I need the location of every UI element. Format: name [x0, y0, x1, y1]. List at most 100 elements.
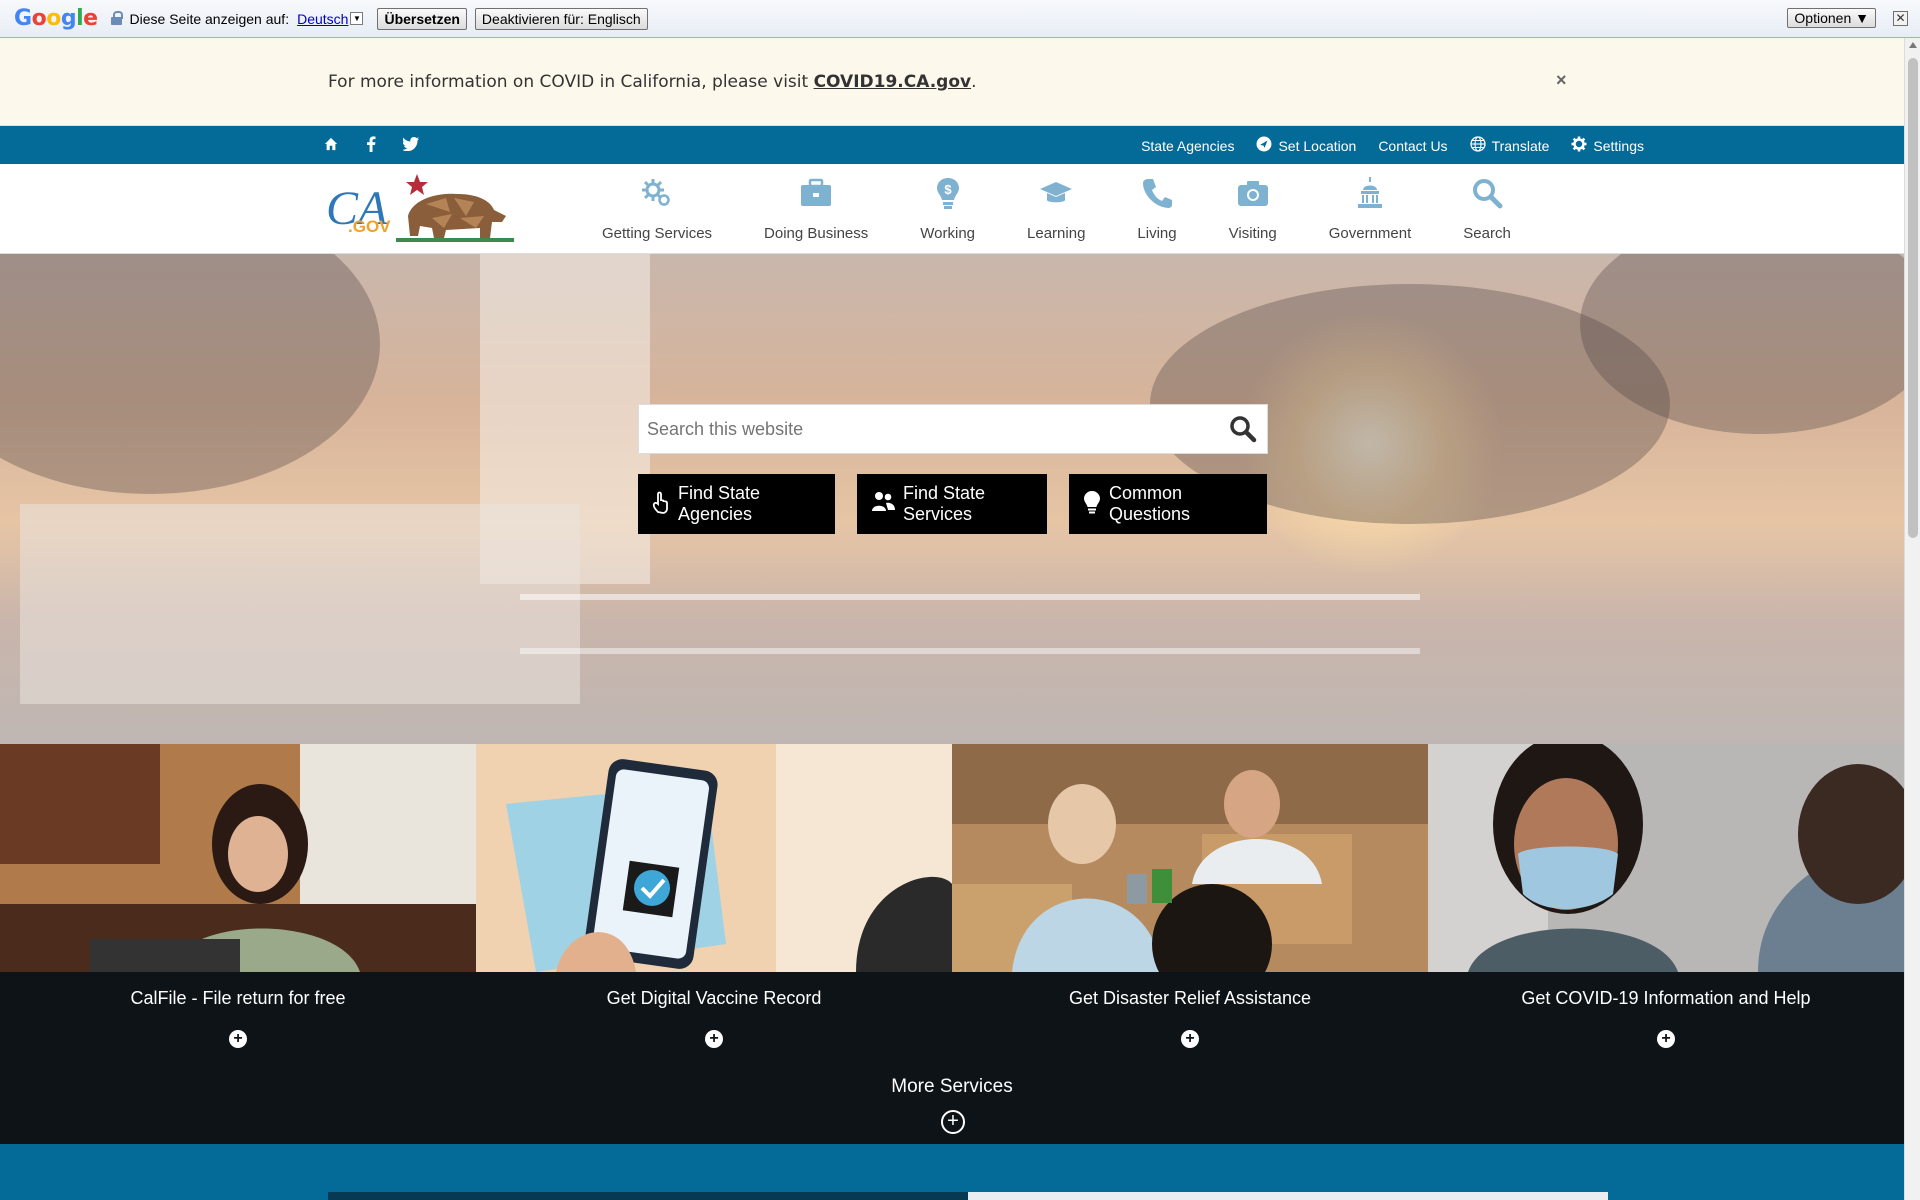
- phone-icon: [1140, 176, 1174, 215]
- button-label: Find State Services: [903, 483, 986, 524]
- find-state-agencies-button[interactable]: Find State Agencies: [638, 474, 835, 534]
- disable-translation-button[interactable]: Deaktivieren für: Englisch: [474, 7, 648, 30]
- contact-us-link[interactable]: Contact Us: [1378, 136, 1447, 155]
- nav-label: Getting Services: [602, 225, 713, 242]
- options-button[interactable]: Optionen ▼: [1787, 8, 1876, 28]
- featured-services: CalFile - File return for free + Get Dig…: [0, 744, 1904, 1144]
- language-dropdown-caret[interactable]: ▼: [350, 12, 364, 25]
- nav-getting-services[interactable]: Getting Services: [576, 176, 738, 244]
- band-panel-left: [328, 1192, 968, 1200]
- language-select[interactable]: Deutsch: [297, 11, 348, 27]
- search-input[interactable]: [639, 405, 1219, 453]
- bottom-blue-band: [0, 1144, 1904, 1200]
- page-scrollbar[interactable]: [1904, 38, 1920, 1200]
- hero-tree: [0, 254, 380, 494]
- common-questions-button[interactable]: Common Questions: [1069, 474, 1267, 534]
- translate-button[interactable]: Übersetzen: [377, 7, 467, 30]
- card-title: Get COVID-19 Information and Help: [1521, 988, 1811, 1008]
- settings-label: Settings: [1593, 137, 1644, 154]
- service-card-vaccine-record[interactable]: Get Digital Vaccine Record +: [476, 744, 952, 1064]
- plus-circle-icon[interactable]: +: [1181, 1030, 1199, 1048]
- home-icon[interactable]: [322, 135, 340, 153]
- scrollbar-thumb[interactable]: [1908, 58, 1918, 538]
- card-image: [476, 744, 952, 972]
- twitter-icon[interactable]: [402, 135, 420, 153]
- nav-label: Visiting: [1228, 225, 1277, 242]
- hero-fence: [520, 594, 1420, 654]
- band-panel-right: [968, 1192, 1608, 1200]
- button-label: Find State Agencies: [678, 483, 761, 524]
- more-services-label[interactable]: More Services: [0, 1076, 1904, 1098]
- nav-visiting[interactable]: Visiting: [1203, 176, 1303, 244]
- lightbulb-icon: [1083, 490, 1101, 519]
- ca-gov-logo[interactable]: CA .GOV: [326, 172, 516, 246]
- briefcase-icon: [799, 176, 833, 215]
- service-card-disaster-relief[interactable]: Get Disaster Relief Assistance +: [952, 744, 1428, 1064]
- card-title: CalFile - File return for free: [130, 988, 346, 1008]
- lightbulb-dollar-icon: $: [931, 176, 965, 215]
- capitol-icon: [1353, 176, 1387, 215]
- more-services-plus-icon[interactable]: +: [941, 1110, 965, 1134]
- translate-link[interactable]: Translate: [1469, 136, 1550, 155]
- lock-icon: [110, 10, 124, 27]
- main-navigation: CA .GOV Getting Services Doing Business …: [0, 164, 1904, 254]
- search-icon: [1470, 176, 1504, 215]
- translate-label: Diese Seite anzeigen auf:: [129, 10, 290, 27]
- nav-label: Working: [920, 225, 976, 242]
- nav-working[interactable]: $ Working: [894, 176, 1001, 244]
- alert-text: For more information on COVID in Califor…: [328, 72, 977, 92]
- plus-circle-icon[interactable]: +: [1657, 1030, 1675, 1048]
- translate-bar-close-icon[interactable]: ✕: [1893, 11, 1908, 26]
- nav-label: Living: [1137, 225, 1177, 242]
- service-card-calfile[interactable]: CalFile - File return for free +: [0, 744, 476, 1064]
- nav-label: Search: [1463, 225, 1511, 242]
- translate-label: Translate: [1491, 137, 1550, 154]
- set-location-link[interactable]: Set Location: [1256, 136, 1356, 155]
- alert-close-icon[interactable]: ×: [1556, 70, 1567, 91]
- settings-link[interactable]: Settings: [1571, 136, 1644, 155]
- svg-text:.GOV: .GOV: [348, 217, 391, 236]
- nav-learning[interactable]: Learning: [1001, 176, 1111, 244]
- nav-search[interactable]: Search: [1437, 176, 1537, 244]
- camera-icon: [1236, 176, 1270, 215]
- search-icon[interactable]: [1219, 405, 1267, 453]
- google-translate-bar: Google Diese Seite anzeigen auf: Deutsch…: [0, 0, 1920, 38]
- site-search-box: [638, 404, 1268, 454]
- alert-suffix: .: [971, 72, 977, 92]
- state-agencies-label: State Agencies: [1141, 137, 1235, 154]
- card-title: Get Disaster Relief Assistance: [1068, 988, 1312, 1008]
- covid-alert: For more information on COVID in Califor…: [0, 38, 1904, 126]
- card-image: [952, 744, 1428, 972]
- language-value: Deutsch: [297, 10, 349, 27]
- globe-icon: [1469, 136, 1486, 155]
- hero-section: Find State Agencies Find State Services …: [0, 254, 1904, 744]
- nav-government[interactable]: Government: [1303, 176, 1438, 244]
- utility-bar: State Agencies Set Location Contact Us T…: [0, 126, 1904, 164]
- gear-icon: [1571, 136, 1587, 155]
- nav-label: Learning: [1027, 225, 1086, 242]
- hero-house: [20, 504, 580, 704]
- find-state-services-button[interactable]: Find State Services: [857, 474, 1047, 534]
- card-title: Get Digital Vaccine Record: [606, 988, 822, 1008]
- graduation-cap-icon: [1039, 176, 1073, 215]
- svg-text:$: $: [944, 182, 952, 197]
- card-image: [1428, 744, 1904, 972]
- nav-label: Doing Business: [764, 225, 869, 242]
- button-label: Common Questions: [1109, 483, 1191, 524]
- nav-doing-business[interactable]: Doing Business: [738, 176, 894, 244]
- nav-living[interactable]: Living: [1111, 176, 1202, 244]
- nav-label: Government: [1328, 225, 1412, 242]
- covid-link[interactable]: COVID19.CA.gov: [814, 72, 972, 92]
- plus-circle-icon[interactable]: +: [229, 1030, 247, 1048]
- plus-circle-icon[interactable]: +: [705, 1030, 723, 1048]
- pointer-hand-icon: [652, 490, 670, 519]
- facebook-icon[interactable]: [362, 135, 380, 153]
- alert-message: For more information on COVID in Califor…: [328, 72, 814, 92]
- card-image: [0, 744, 476, 972]
- people-icon: [871, 491, 895, 518]
- scroll-up-arrow-icon[interactable]: [1909, 42, 1917, 48]
- set-location-label: Set Location: [1278, 137, 1357, 154]
- service-card-covid-info[interactable]: Get COVID-19 Information and Help +: [1428, 744, 1904, 1064]
- state-agencies-link[interactable]: State Agencies: [1141, 136, 1234, 155]
- location-icon: [1256, 136, 1272, 155]
